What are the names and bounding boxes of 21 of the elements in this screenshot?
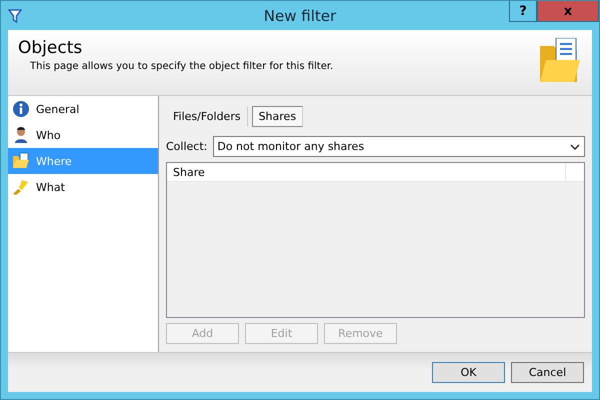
chevron-down-icon [570, 144, 580, 150]
sidebar-item[interactable]: What [8, 174, 158, 200]
folder-icon [538, 38, 582, 84]
tab[interactable]: Shares [252, 106, 304, 126]
help-button[interactable]: ? [509, 1, 537, 22]
collect-label: Collect: [166, 140, 208, 153]
page-title: Objects [18, 38, 84, 58]
sidebar-item[interactable]: Who [8, 122, 158, 148]
brush-icon [12, 178, 30, 196]
tab[interactable]: Files/Folders [166, 106, 248, 126]
dialog-button[interactable]: OK [432, 362, 505, 383]
user-icon [12, 126, 30, 144]
page-description: This page allows you to specify the object filter for this filter. [30, 61, 334, 72]
sidebar-item[interactable]: General [8, 96, 158, 122]
collect-dropdown[interactable]: Do not monitor any shares [213, 136, 585, 157]
folder-icon [12, 152, 30, 170]
info-icon [12, 100, 30, 118]
funnel-icon [8, 8, 22, 24]
dialog-button[interactable]: Cancel [511, 362, 584, 383]
close-button[interactable]: x [537, 1, 599, 22]
window-title: New filter [264, 6, 336, 24]
